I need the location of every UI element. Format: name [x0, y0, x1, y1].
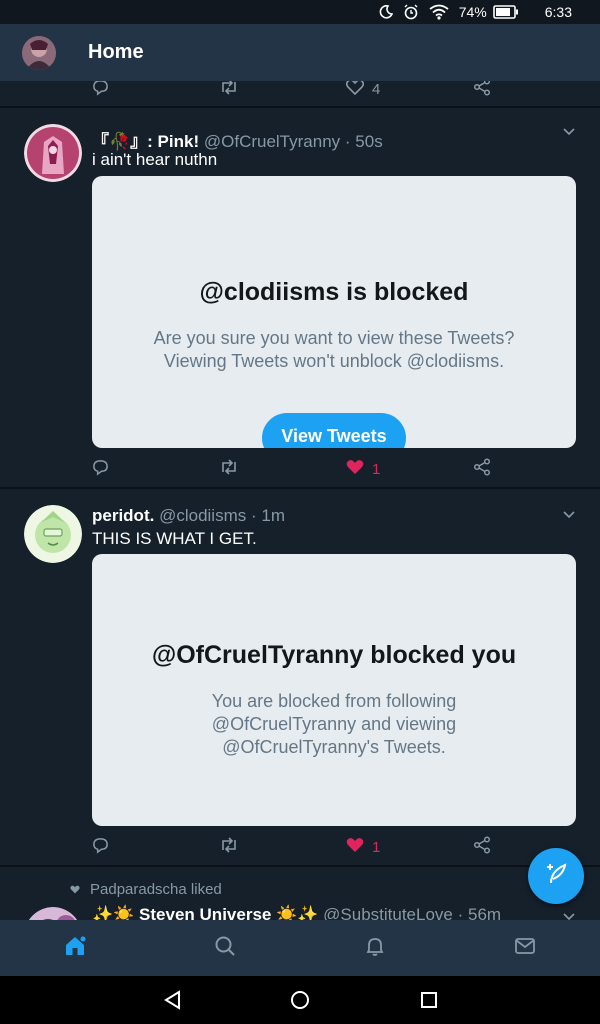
- avatar[interactable]: [24, 505, 82, 563]
- retweet-button[interactable]: [219, 454, 239, 484]
- tweet-text: THIS IS WHAT I GET.: [92, 529, 257, 548]
- messages-icon: [513, 938, 537, 962]
- home-button-icon[interactable]: [290, 990, 310, 1015]
- tab-search[interactable]: [213, 934, 237, 963]
- search-icon: [213, 936, 237, 962]
- compose-icon: [543, 861, 569, 892]
- avatar[interactable]: [24, 124, 82, 182]
- tweet-card[interactable]: Padparadscha liked ✨☀️ Steven Universe ☀…: [0, 867, 600, 920]
- username[interactable]: @OfCruelTyranny: [204, 132, 340, 151]
- tab-messages[interactable]: [513, 934, 537, 963]
- home-icon: [63, 936, 87, 962]
- retweet-icon: [219, 459, 239, 479]
- tweet-text: i ain't hear nuthn: [92, 150, 218, 169]
- recents-icon[interactable]: [419, 990, 439, 1015]
- like-icon: [345, 81, 365, 99]
- like-count: 1: [372, 838, 381, 856]
- timeline[interactable]: 4 『🥀』: Pink! @OfCruelTyranny · 50s i ain…: [0, 81, 600, 920]
- like-count: 1: [372, 460, 381, 478]
- tweet-actions: 4: [0, 81, 600, 104]
- moon-icon: [379, 5, 393, 19]
- clock: 6:33: [544, 4, 572, 20]
- tweet-actions: 1: [0, 454, 600, 484]
- username[interactable]: @clodiisms: [159, 506, 246, 525]
- retweet-icon: [219, 81, 239, 99]
- system-nav-bar: [0, 976, 600, 1024]
- compose-button[interactable]: [528, 848, 584, 904]
- retweet-button[interactable]: [219, 832, 239, 862]
- chevron-down-icon[interactable]: [562, 909, 576, 920]
- display-name[interactable]: 『🥀』: Pink!: [92, 132, 199, 151]
- tweet-card[interactable]: 『🥀』: Pink! @OfCruelTyranny · 50s i ain't…: [0, 108, 600, 488]
- username[interactable]: @SubstitutеLove: [323, 905, 453, 920]
- blocked-card: @OfCruelTyranny blocked you You are bloc…: [92, 554, 576, 826]
- battery-percent: 74%: [458, 4, 487, 20]
- like-button[interactable]: 4: [345, 81, 381, 104]
- status-bar: 74% 6:33: [0, 0, 600, 24]
- alarm-icon: [403, 4, 419, 20]
- timestamp: · 1m: [250, 506, 285, 525]
- chevron-down-icon[interactable]: [562, 507, 576, 525]
- app-header: Home: [0, 24, 600, 81]
- like-icon: [346, 459, 364, 479]
- share-button[interactable]: [473, 81, 491, 104]
- like-icon: [346, 837, 364, 857]
- reply-button[interactable]: [92, 832, 109, 862]
- card-title: @OfCruelTyranny blocked you: [151, 641, 517, 669]
- social-context: Padparadscha liked: [70, 881, 222, 898]
- share-icon: [473, 458, 491, 480]
- tab-home[interactable]: [63, 934, 87, 963]
- card-title: @clodiisms is blocked: [199, 278, 469, 306]
- bottom-nav: [0, 920, 600, 976]
- card-body: Are you sure you want to view these Twee…: [153, 328, 515, 371]
- context-label: Padparadscha liked: [90, 881, 222, 898]
- reply-button[interactable]: [92, 81, 109, 104]
- battery-icon: [492, 5, 519, 19]
- timestamp: · 56m: [457, 905, 502, 920]
- share-icon: [473, 81, 491, 100]
- display-name[interactable]: peridot.: [92, 506, 154, 525]
- heart-small-icon: [70, 881, 80, 898]
- back-icon[interactable]: [163, 990, 183, 1015]
- notifications-icon: [363, 938, 387, 962]
- like-button[interactable]: 1: [346, 454, 380, 484]
- wifi-icon: [429, 4, 449, 20]
- like-count: 4: [372, 81, 381, 98]
- avatar[interactable]: [24, 907, 82, 920]
- chevron-down-icon[interactable]: [562, 124, 576, 142]
- retweet-button[interactable]: [219, 81, 239, 104]
- reply-icon: [92, 81, 109, 100]
- reply-icon: [92, 837, 109, 858]
- page-title: Home: [88, 41, 144, 63]
- blocked-card: @clodiisms is blocked Are you sure you w…: [92, 176, 576, 448]
- tweet-actions: 1: [0, 832, 600, 862]
- share-button[interactable]: [473, 832, 491, 862]
- display-name[interactable]: ✨☀️ Steven Universe ☀️✨: [92, 905, 318, 920]
- reply-icon: [92, 459, 109, 480]
- view-tweets-button[interactable]: View Tweets: [262, 413, 406, 448]
- like-button[interactable]: 1: [346, 832, 380, 862]
- share-button[interactable]: [473, 454, 491, 484]
- tweet-card[interactable]: peridot. @clodiisms · 1m THIS IS WHAT I …: [0, 489, 600, 865]
- tab-notifications[interactable]: [363, 934, 387, 963]
- timestamp: · 50s: [344, 132, 383, 151]
- profile-avatar[interactable]: [22, 35, 56, 70]
- share-icon: [473, 836, 491, 858]
- card-body: You are blocked from following @OfCruelT…: [211, 691, 457, 757]
- reply-button[interactable]: [92, 454, 109, 484]
- retweet-icon: [219, 837, 239, 857]
